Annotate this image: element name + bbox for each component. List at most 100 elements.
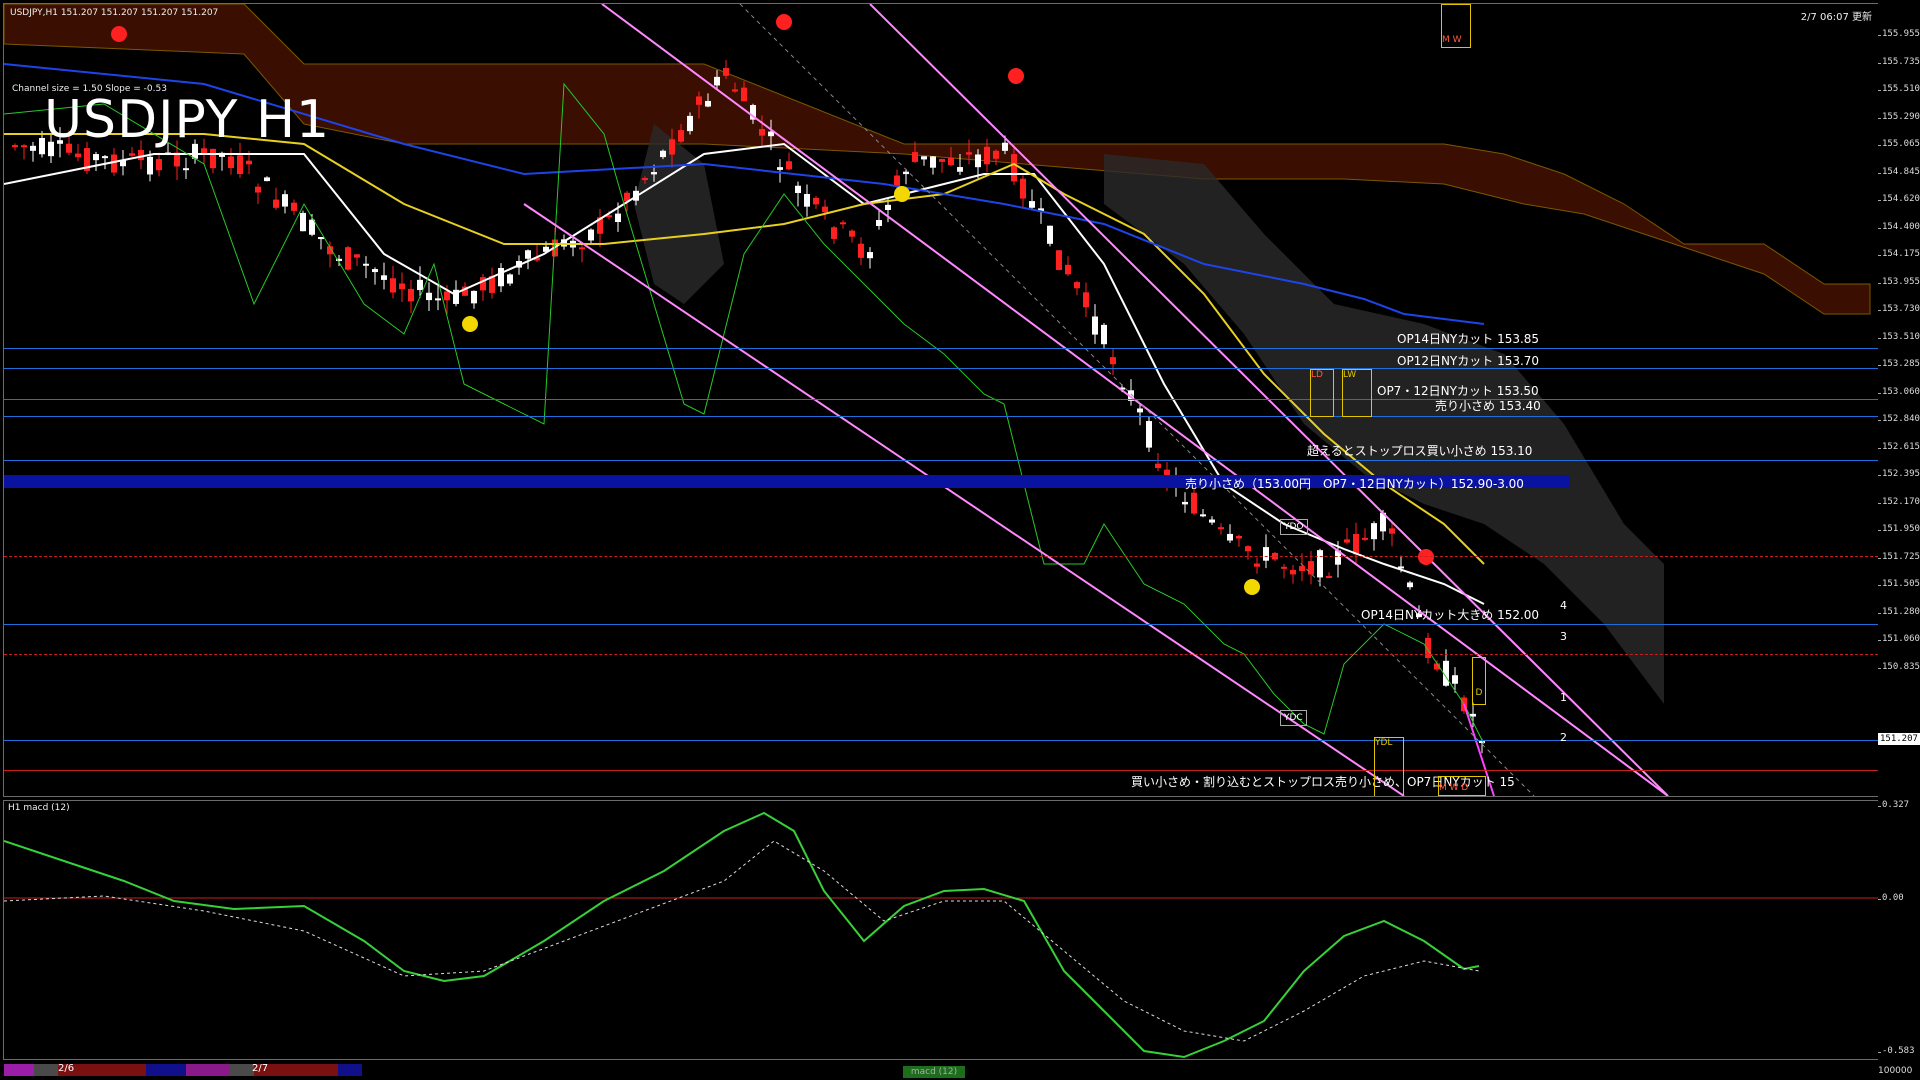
signal-marker [1008, 68, 1024, 84]
dashed-red-level[interactable] [4, 556, 1878, 557]
level-line-153-50[interactable] [4, 399, 1878, 400]
candle-body [588, 229, 594, 241]
price-tick: 154.845 [1878, 166, 1920, 177]
signal-marker [111, 26, 127, 42]
candle-body [1344, 539, 1350, 543]
level-line-current[interactable] [4, 740, 1878, 741]
candle-body [75, 153, 81, 158]
price-tick: 153.285 [1878, 359, 1920, 369]
macd-main [4, 811, 1480, 1059]
candle-body [1317, 550, 1323, 578]
candle-body [957, 167, 963, 172]
price-tick: 155.290 [1878, 111, 1920, 122]
candle-body [1029, 201, 1035, 208]
candle-body [786, 161, 792, 170]
candle-body [939, 158, 945, 162]
candle-body [984, 146, 990, 165]
candle-body [381, 275, 387, 280]
candle-body [993, 150, 999, 159]
level-line-152-00[interactable] [4, 624, 1878, 625]
signal-marker [462, 316, 478, 332]
candle-body [1254, 563, 1260, 567]
price-tick: 153.060 [1878, 386, 1920, 397]
level-line-151-00[interactable] [4, 770, 1878, 771]
candle-body [759, 128, 765, 136]
price-tick: 152.395 [1878, 469, 1920, 479]
ydc-box: YDC [1280, 710, 1307, 726]
candle-body [282, 194, 288, 207]
candle-body [1020, 178, 1026, 199]
candle-body [1263, 547, 1269, 561]
note-stoploss-buy-153-10: 超えるとストップロス買い小さめ 153.10 [1307, 444, 1533, 458]
candle-body [804, 194, 810, 207]
channel-label-2: 2 [1560, 731, 1567, 744]
mwd-m: M [1439, 783, 1447, 793]
candle-body [1083, 292, 1089, 308]
candle-body [1191, 492, 1197, 514]
price-tick: 151.950 [1878, 524, 1920, 534]
dashed-red-level-2[interactable] [4, 654, 1878, 655]
candle-body [930, 156, 936, 168]
candle-body [579, 247, 585, 250]
macd-pane[interactable]: H1 macd (12) [3, 800, 1879, 1060]
mw-top-w: W [1452, 35, 1462, 45]
candle-body [894, 175, 900, 187]
price-axis[interactable]: 155.955 155.735 155.510 155.290 155.065 154.8… [1878, 3, 1920, 797]
candle-body [948, 157, 954, 166]
macd-canvas[interactable] [4, 801, 1878, 1059]
candle-body [30, 145, 36, 151]
session-seg [146, 1064, 186, 1076]
update-datetime: 2/7 06:07 更新 [1800, 12, 1872, 23]
candle-body [1002, 142, 1008, 151]
indicator-scroll-tab[interactable]: macd (12) [903, 1066, 965, 1078]
candle-body [651, 172, 657, 175]
signal-marker [776, 14, 792, 30]
candle-body [885, 204, 891, 210]
macd-tick-bottom: -0.583 [1878, 1046, 1915, 1056]
candle-body [399, 283, 405, 290]
candle-body [1110, 357, 1116, 365]
candle-body [237, 155, 243, 175]
macd-tick-zero: 0.00 [1878, 893, 1904, 903]
price-tick: 155.065 [1878, 139, 1920, 149]
level-line-153-85[interactable] [4, 348, 1878, 349]
signal-marker [1244, 579, 1260, 595]
candle-body [1065, 264, 1071, 275]
candle-body [858, 243, 864, 258]
candle-body [1371, 523, 1377, 540]
price-tick: 150.835 [1878, 661, 1920, 672]
candle-body [129, 153, 135, 156]
note-op14-153-85: OP14日NYカット 153.85 [1397, 332, 1540, 346]
level-line-153-70[interactable] [4, 368, 1878, 369]
date-label-2-7: 2/7 [252, 1063, 269, 1074]
candle-body [921, 156, 927, 160]
bottom-axis-value: 100000 [1878, 1066, 1913, 1076]
candle-body [156, 159, 162, 171]
candle-body [777, 167, 783, 170]
d-label: D [1475, 688, 1483, 698]
chart-title: USDJPY H1 [44, 90, 331, 150]
session-seg [4, 1064, 34, 1076]
note-band-152-90: 売り小さめ（153.00円 OP7・12日NYカット）152.90-3.00 [1185, 477, 1524, 491]
candle-body [1470, 713, 1476, 717]
price-tick: 154.400 [1878, 221, 1920, 232]
candle-body [471, 290, 477, 304]
candle-body [318, 237, 324, 240]
current-price-tag: 151.207 [1878, 733, 1920, 745]
level-line-153-40[interactable] [4, 416, 1878, 417]
candle-body [354, 254, 360, 258]
candle-body [246, 160, 252, 165]
price-chart-pane[interactable]: USDJPY,H1 151.207 151.207 151.207 151.20… [3, 3, 1879, 797]
level-line-153-10[interactable] [4, 460, 1878, 461]
note-op12-153-70: OP12日NYカット 153.70 [1397, 354, 1540, 368]
candle-body [615, 213, 621, 223]
price-tick: 153.730 [1878, 304, 1920, 314]
ichimoku-cloud-mid [634, 124, 724, 304]
candle-body [444, 291, 450, 301]
candle-body [264, 177, 270, 182]
candle-body [345, 247, 351, 270]
candle-body [705, 100, 711, 107]
macd-axis[interactable]: 0.327 0.00 -0.583 [1877, 800, 1920, 1060]
candle-body [255, 186, 261, 193]
macd-tick-top: 0.327 [1877, 800, 1910, 810]
